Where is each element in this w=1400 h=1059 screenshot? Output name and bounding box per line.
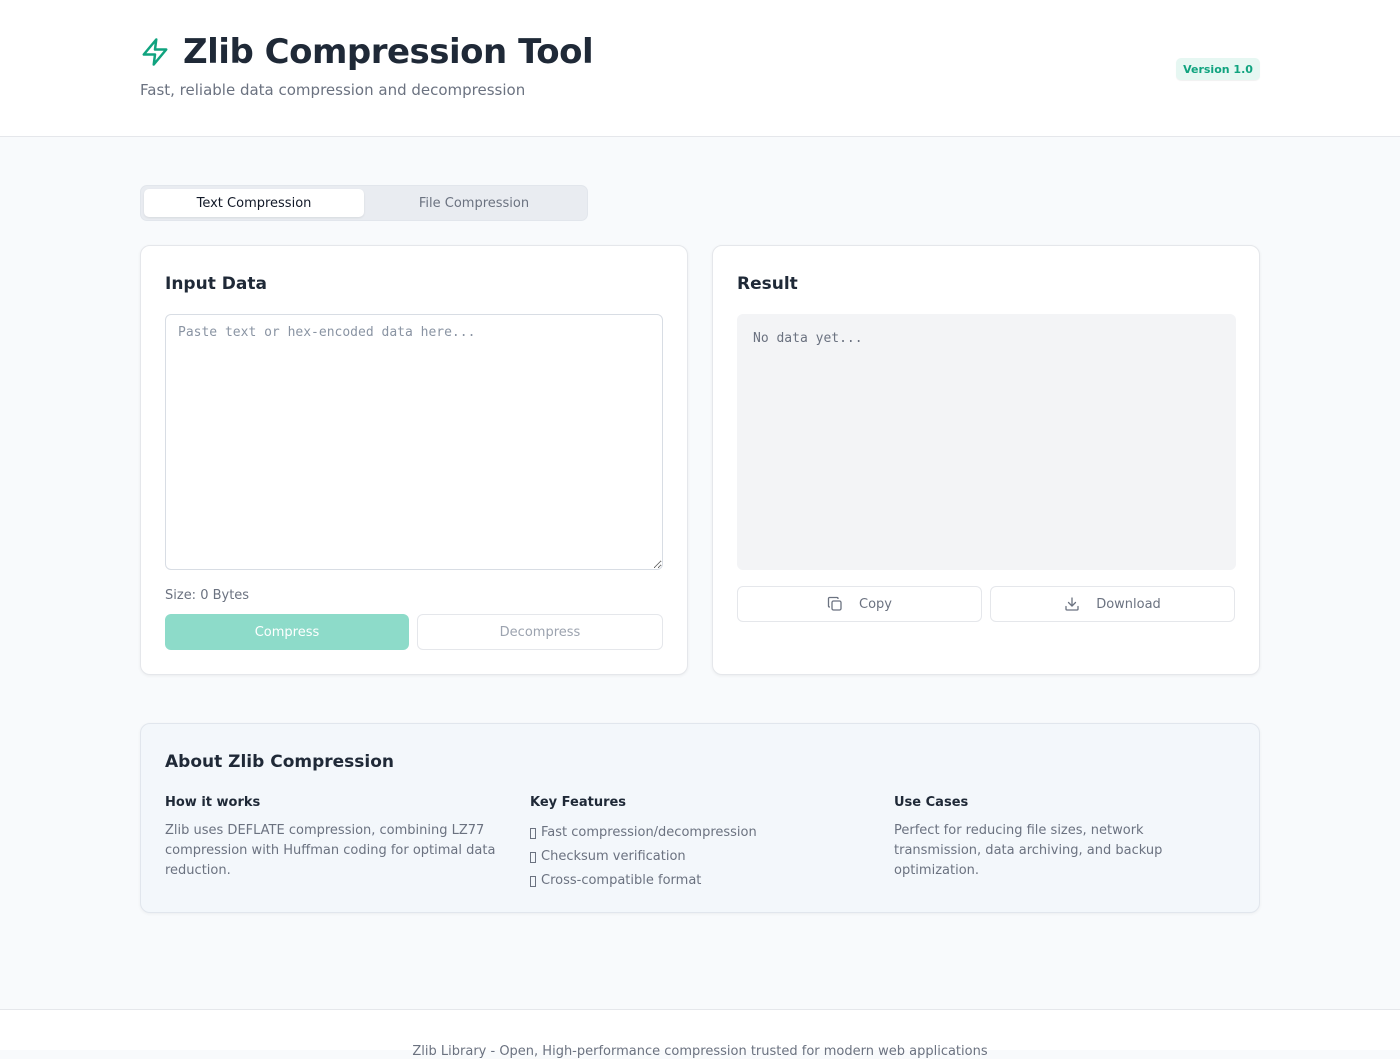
page-subtitle: Fast, reliable data compression and deco… bbox=[140, 81, 526, 99]
result-card: Result No data yet... Copy Download bbox=[712, 245, 1260, 675]
use-cases-text: Perfect for reducing file sizes, network… bbox=[894, 823, 1163, 878]
download-label: Download bbox=[1096, 596, 1161, 612]
key-features-column: Key Features Fast compression/decompress… bbox=[530, 795, 870, 893]
list-item: Cross-compatible format bbox=[530, 869, 870, 893]
input-card: Input Data Size: 0 Bytes Compress Decomp… bbox=[140, 245, 688, 675]
input-textarea[interactable] bbox=[165, 314, 663, 570]
result-card-title: Result bbox=[737, 274, 798, 294]
use-cases-column: Use Cases Perfect for reducing file size… bbox=[894, 795, 1234, 881]
page-footer: Zlib Library - Open, High-performance co… bbox=[0, 1009, 1400, 1059]
copy-label: Copy bbox=[859, 596, 892, 612]
app-header: Zlib Compression Tool Fast, reliable dat… bbox=[0, 0, 1400, 137]
result-output: No data yet... bbox=[737, 314, 1236, 570]
feature-bullet-icon bbox=[530, 875, 536, 887]
key-features-title: Key Features bbox=[530, 795, 627, 810]
copy-icon bbox=[827, 596, 843, 612]
decompress-button[interactable]: Decompress bbox=[417, 614, 663, 650]
lightning-bolt-icon bbox=[140, 34, 172, 70]
tab-text-compression[interactable]: Text Compression bbox=[144, 189, 364, 217]
list-item: Fast compression/decompression bbox=[530, 821, 870, 845]
footer-text: Zlib Library - Open, High-performance co… bbox=[412, 1044, 988, 1059]
tab-file-compression[interactable]: File Compression bbox=[364, 189, 584, 217]
result-empty-text: No data yet... bbox=[753, 331, 863, 346]
how-it-works-title: How it works bbox=[165, 795, 261, 810]
compress-button[interactable]: Compress bbox=[165, 614, 409, 650]
copy-button[interactable]: Copy bbox=[737, 586, 982, 622]
how-it-works-column: How it works Zlib uses DEFLATE compressi… bbox=[165, 795, 505, 881]
about-title: About Zlib Compression bbox=[165, 752, 395, 772]
download-button[interactable]: Download bbox=[990, 586, 1235, 622]
page-title: Zlib Compression Tool bbox=[183, 32, 594, 72]
how-it-works-text: Zlib uses DEFLATE compression, combining… bbox=[165, 823, 496, 878]
use-cases-title: Use Cases bbox=[894, 795, 969, 810]
feature-bullet-icon bbox=[530, 827, 536, 839]
input-size-label: Size: 0 Bytes bbox=[165, 588, 250, 603]
feature-list: Fast compression/decompression Checksum … bbox=[530, 821, 870, 893]
version-badge: Version 1.0 bbox=[1176, 58, 1260, 80]
input-card-title: Input Data bbox=[165, 274, 267, 294]
download-icon bbox=[1064, 596, 1080, 612]
list-item: Checksum verification bbox=[530, 845, 870, 869]
mode-tabs: Text Compression File Compression bbox=[140, 185, 588, 221]
about-section: About Zlib Compression How it works Zlib… bbox=[140, 723, 1260, 913]
feature-bullet-icon bbox=[530, 851, 536, 863]
brand: Zlib Compression Tool bbox=[140, 32, 594, 72]
